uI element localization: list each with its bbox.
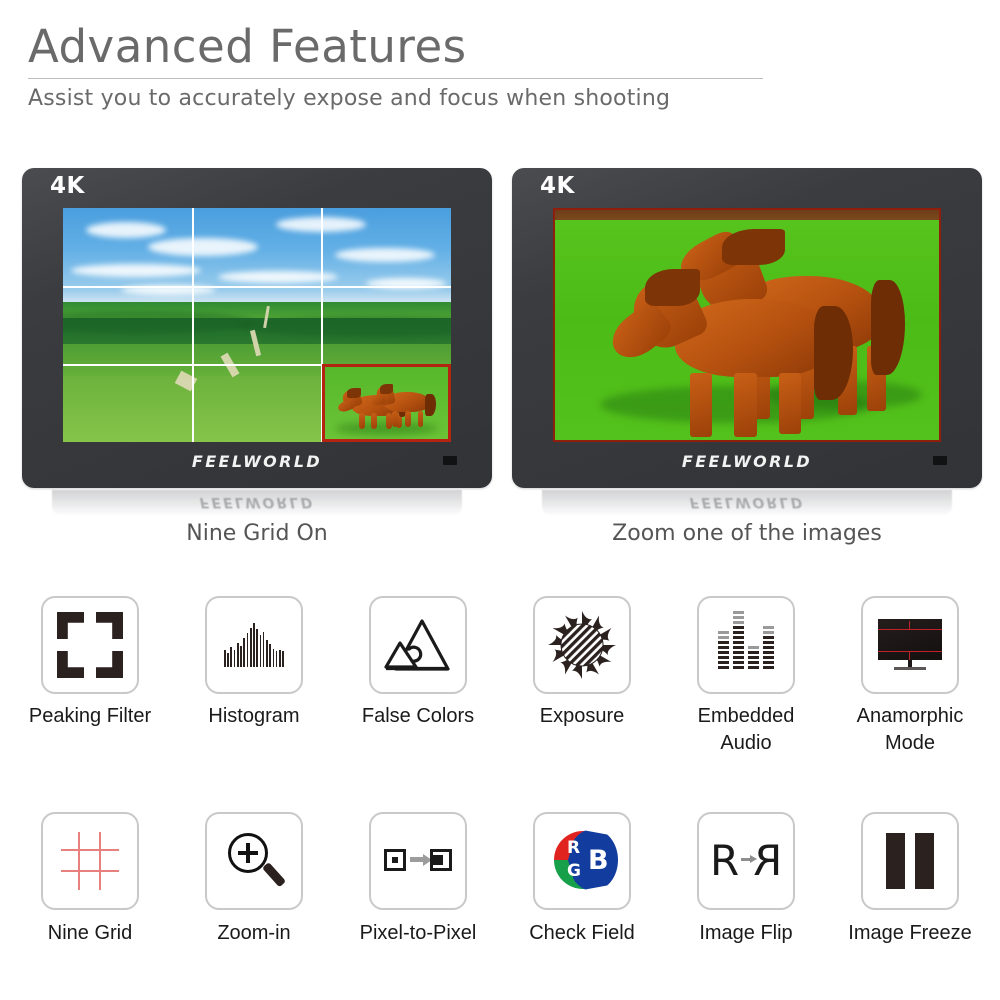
monitor-screen [553,208,941,442]
feature-grid-row-1: Peaking Filter Histogram False Colors Ex… [8,596,992,757]
caption-nine-grid: Nine Grid On [186,521,328,546]
feature-label: Anamorphic Mode [857,703,964,757]
feature-label: Exposure [539,705,625,727]
brand-logo-text: FEELWORLD [681,452,813,471]
channel-label-b: B [588,845,609,876]
anamorphic-mode-icon [874,609,946,681]
brand-logo: FEELWORLD [512,452,982,471]
brand-logo: FEELWORLD [22,452,492,471]
zoom-in-tile[interactable] [205,812,303,910]
embedded-audio-tile[interactable] [697,596,795,694]
monitor-showcase: 4K FEELWORLD FEELWORLD 4K FEELWORLD FEEL… [0,168,1000,516]
feature-zoom-in[interactable]: Zoom-in [172,812,336,947]
channel-label-g: G [567,861,581,881]
feature-peaking-filter[interactable]: Peaking Filter [8,596,172,757]
ir-sensor [443,456,457,465]
pixel-to-pixel-tile[interactable] [369,812,467,910]
monitor-screen [63,208,451,442]
horses-scene [553,208,941,442]
feature-label: Pixel-to-Pixel [359,922,477,944]
reflection-text: FEELWORLD [689,494,805,510]
feature-label: Zoom-in [217,922,291,944]
anamorphic-mode-tile[interactable] [861,596,959,694]
feature-label-line1: Embedded [697,705,795,727]
exposure-tile[interactable] [533,596,631,694]
check-field-icon: R G B [546,825,618,897]
eq-column [748,646,759,669]
pixel-source-box [384,849,406,871]
image-flip-tile[interactable]: R R [697,812,795,910]
page-header: Advanced Features Assist you to accurate… [28,22,768,111]
feature-label-line2: Audio [720,732,772,754]
feature-exposure[interactable]: Exposure [500,596,664,757]
feature-image-freeze[interactable]: Image Freeze [828,812,992,947]
monitor-reflection: FEELWORLD [52,490,462,516]
peaking-filter-tile[interactable] [41,596,139,694]
flip-glyph-original: R [710,836,740,885]
feature-label-line1: Anamorphic [856,705,964,727]
feature-anamorphic-mode[interactable]: Anamorphic Mode [828,596,992,757]
caption-zoom: Zoom one of the images [612,521,882,546]
histogram-tile[interactable] [205,596,303,694]
feature-label: Histogram [208,705,300,727]
embedded-audio-icon [710,609,782,681]
feature-label: Image Flip [699,922,793,944]
feature-nine-grid[interactable]: Nine Grid [8,812,172,947]
eq-column [733,611,744,669]
feature-histogram[interactable]: Histogram [172,596,336,757]
eq-column [718,631,729,669]
nine-grid-icon [54,825,126,897]
landscape-scene [63,208,451,442]
feature-check-field[interactable]: R G B Check Field [500,812,664,947]
feature-pixel-to-pixel[interactable]: Pixel-to-Pixel [336,812,500,947]
ir-sensor [933,456,947,465]
feature-label: Image Freeze [848,922,972,944]
pixel-target-box [430,849,452,871]
image-flip-icon: R R [710,825,782,897]
false-colors-tile[interactable] [369,596,467,694]
feature-label: False Colors [361,705,475,727]
page-title: Advanced Features [28,20,467,73]
exposure-icon [546,609,618,681]
image-freeze-tile[interactable] [861,812,959,910]
badge-4k: 4K [50,173,85,199]
false-colors-icon [382,609,454,681]
histogram-icon [218,609,290,681]
reflection-text: FEELWORLD [199,494,315,510]
title-divider [28,77,763,79]
feature-label-line2: Mode [884,732,936,754]
monitor-body: 4K FEELWORLD [512,168,982,488]
monitor-nine-grid: 4K FEELWORLD FEELWORLD [22,168,492,516]
feature-label: Peaking Filter [28,705,152,727]
badge-4k: 4K [540,173,575,199]
eq-column [763,626,774,669]
zoom-region-inset [321,364,451,442]
flip-glyph-mirrored: R [752,836,782,885]
monitor-zoom: 4K FEELWORLD FEELWORLD [512,168,982,516]
monitor-body: 4K FEELWORLD [22,168,492,488]
feature-embedded-audio[interactable]: Embedded Audio [664,596,828,757]
monitor-reflection: FEELWORLD [542,490,952,516]
feature-label: Nine Grid [47,922,133,944]
screen-red-border [553,208,941,442]
channel-label-r: R [567,838,581,858]
peaking-filter-icon [54,609,126,681]
feature-grid-row-2: Nine Grid Zoom-in Pixel-to-Pixel R G B C… [8,812,992,947]
feature-label: Check Field [529,922,635,944]
pixel-to-pixel-icon [382,825,454,897]
feature-image-flip[interactable]: R R Image Flip [664,812,828,947]
horse-figure [370,383,438,428]
product-feature-page: Advanced Features Assist you to accurate… [0,0,1000,1000]
feature-false-colors[interactable]: False Colors [336,596,500,757]
image-freeze-icon [874,825,946,897]
nine-grid-tile[interactable] [41,812,139,910]
brand-logo-text: FEELWORLD [191,452,323,471]
page-subtitle: Assist you to accurately expose and focu… [28,85,671,111]
zoom-in-icon [218,825,290,897]
arrow-right-icon [410,853,432,866]
arrow-right-icon [741,854,757,863]
check-field-tile[interactable]: R G B [533,812,631,910]
feature-label: Embedded Audio [698,703,795,757]
